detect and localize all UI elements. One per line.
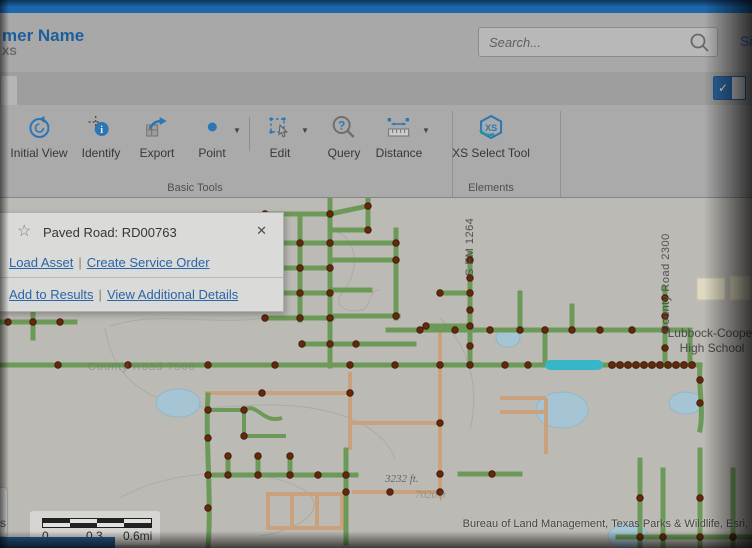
point-dropdown-caret[interactable]: ▼ — [233, 126, 241, 135]
svg-text:XS: XS — [485, 123, 497, 133]
tool-label: XS Select Tool — [452, 146, 530, 160]
tool-label: Initial View — [10, 146, 67, 160]
tool-edit[interactable]: Edit — [267, 113, 293, 160]
search-input[interactable] — [479, 28, 694, 56]
road-label-s-fm-1264: S FM 1264 — [464, 218, 476, 276]
tool-initial-view[interactable]: Initial View — [10, 113, 67, 160]
edge-clipped-widget[interactable]: ps — [0, 487, 8, 537]
svg-text:?: ? — [338, 119, 345, 133]
tool-label: Export — [140, 146, 175, 160]
tool-label: Distance — [376, 146, 423, 160]
group-label-basic-tools: Basic Tools — [167, 182, 222, 194]
tool-query[interactable]: ? Query — [328, 113, 361, 160]
tool-distance[interactable]: Distance — [376, 113, 423, 160]
group-divider — [560, 111, 561, 197]
export-icon — [144, 113, 170, 143]
road-label-faint: County Road 7500 — [88, 361, 196, 373]
popup-title: Paved Road: RD00763 — [43, 225, 177, 240]
check-icon: ✓ — [714, 77, 732, 99]
app-header: mer Name XS Sig — [0, 13, 752, 72]
school-label-line1: Lubbock-Cooper — [668, 326, 752, 340]
link-separator: | — [78, 255, 81, 270]
point-icon — [199, 113, 225, 143]
tool-label: Identify — [82, 146, 121, 160]
app-window: mer Name XS Sig ✓ — [0, 0, 752, 548]
bottom-blue-strip — [0, 537, 115, 548]
distance-label-1: 3232 ft. — [384, 473, 419, 485]
toggle-off-cell — [732, 77, 745, 99]
edit-dropdown-caret[interactable]: ▼ — [301, 126, 309, 135]
search-box — [478, 27, 718, 57]
toolbar: Initial View i Identify — [0, 105, 752, 198]
popup-actions-row2: Add to Results | View Additional Details — [9, 287, 238, 302]
scale-bar-graphic — [42, 518, 152, 528]
create-service-order-link[interactable]: Create Service Order — [87, 255, 210, 270]
title-bar — [0, 0, 752, 13]
load-asset-link[interactable]: Load Asset — [9, 255, 73, 270]
popup-divider — [0, 277, 283, 278]
group-label-elements: Elements — [468, 182, 514, 194]
close-icon[interactable]: ✕ — [256, 223, 267, 239]
road-label-county-road-2300: County Road 2300 — [660, 233, 672, 333]
distance-dropdown-caret[interactable]: ▼ — [422, 126, 430, 135]
identify-icon: i — [88, 113, 114, 143]
tool-label: Query — [328, 146, 361, 160]
query-icon: ? — [331, 113, 357, 143]
app-subtitle: XS — [2, 46, 17, 58]
edge-clipped-widget-label: ps — [0, 516, 6, 530]
link-separator: | — [99, 287, 102, 302]
tool-export[interactable]: Export — [140, 113, 175, 160]
app-title: mer Name — [2, 26, 84, 46]
tool-label: Edit — [270, 146, 291, 160]
scale-label-end: 0.6mi — [123, 529, 152, 543]
distance-icon — [385, 113, 413, 143]
toolbar-separator — [249, 117, 250, 151]
tool-point[interactable]: Point — [198, 113, 225, 160]
building-footprints — [697, 276, 751, 300]
initial-view-icon — [26, 113, 52, 143]
distance-label-2: 7020 ft — [415, 489, 447, 501]
add-to-results-link[interactable]: Add to Results — [9, 287, 94, 302]
tool-label: Point — [198, 146, 225, 160]
ribbon-pin-toggle[interactable]: ✓ — [713, 76, 746, 100]
tool-identify[interactable]: i Identify — [82, 113, 121, 160]
school-label-line2: High School — [680, 341, 745, 355]
view-additional-details-link[interactable]: View Additional Details — [107, 287, 238, 302]
svg-text:i: i — [101, 125, 104, 136]
popup-actions-row1: Load Asset | Create Service Order — [9, 255, 210, 270]
feature-popup: ☆ Paved Road: RD00763 ✕ Load Asset | Creat… — [0, 212, 284, 312]
search-icon[interactable] — [689, 32, 711, 59]
ribbon-tab-stub[interactable] — [0, 75, 18, 105]
ribbon-tab-band: ✓ — [0, 72, 752, 105]
star-icon[interactable]: ☆ — [17, 221, 31, 241]
tan-roads — [205, 332, 546, 528]
map-attribution: Bureau of Land Management, Texas Parks &… — [463, 518, 752, 530]
sign-link[interactable]: Sig — [740, 33, 752, 49]
edit-icon — [267, 113, 293, 143]
xs-select-icon: XS — [476, 113, 506, 143]
tool-xs-select[interactable]: XS XS Select Tool — [452, 113, 530, 160]
